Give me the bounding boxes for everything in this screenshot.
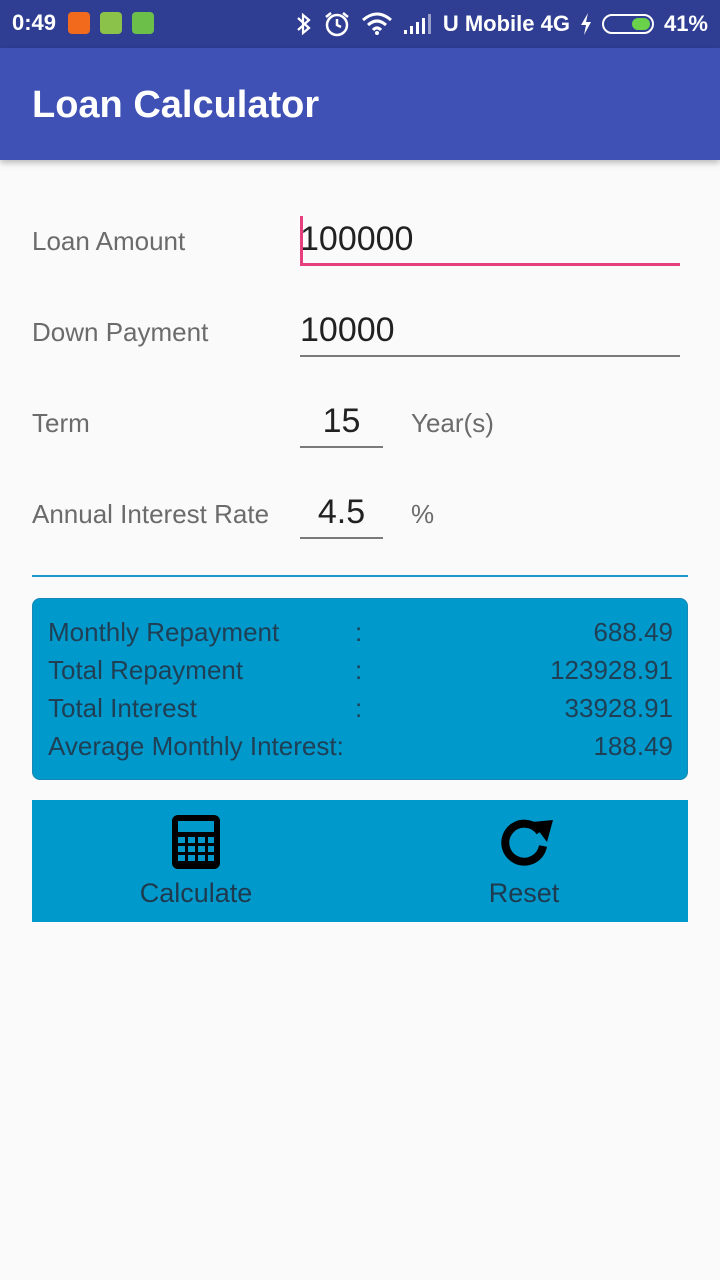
action-bar: Calculate Reset	[32, 800, 688, 922]
down-payment-value: 10000	[300, 311, 395, 349]
term-value: 15	[322, 402, 361, 440]
average-monthly-interest-value: 188.49	[593, 731, 673, 761]
results-panel: Monthly Repayment : 688.49 Total Repayme…	[32, 598, 688, 780]
monthly-repayment-value: 688.49	[593, 617, 673, 647]
term-label: Term	[32, 408, 90, 438]
result-row-total-interest: Total Interest : 33928.91	[48, 693, 673, 729]
interest-rate-unit: %	[411, 499, 435, 529]
text-cursor	[300, 216, 303, 264]
total-interest-colon: :	[355, 693, 363, 723]
charging-icon	[580, 13, 592, 35]
calculate-button[interactable]: Calculate	[32, 800, 360, 922]
down-payment-label: Down Payment	[32, 317, 209, 347]
calculator-icon	[169, 814, 223, 870]
total-interest-label: Total Interest	[48, 693, 197, 723]
battery-percent: 41%	[663, 11, 708, 36]
term-input[interactable]: 15	[300, 398, 383, 448]
loan-amount-label: Loan Amount	[32, 226, 186, 256]
notification-battery-app-icon	[100, 12, 122, 34]
result-row-total-repayment: Total Repayment : 123928.91	[48, 655, 673, 691]
total-repayment-value: 123928.91	[550, 655, 673, 685]
app-title: Loan Calculator	[32, 84, 320, 126]
loan-amount-value: 100000	[300, 220, 414, 258]
signal-icon	[403, 13, 433, 35]
alarm-icon	[323, 11, 351, 37]
total-interest-value: 33928.91	[564, 693, 673, 723]
interest-rate-label: Annual Interest Rate	[32, 499, 270, 529]
total-repayment-colon: :	[355, 655, 363, 685]
interest-rate-input[interactable]: 4.5	[300, 489, 383, 539]
bluetooth-icon	[295, 12, 313, 36]
loan-amount-input[interactable]: 100000	[300, 216, 680, 266]
term-unit: Year(s)	[411, 408, 494, 438]
status-time: 0:49	[12, 10, 57, 35]
down-payment-input[interactable]: 10000	[300, 307, 680, 357]
notification-app-icon	[68, 12, 90, 34]
total-repayment-label: Total Repayment	[48, 655, 244, 685]
battery-level	[631, 18, 650, 30]
app-bar: Loan Calculator	[0, 48, 720, 160]
carrier-label: U Mobile 4G	[442, 11, 570, 36]
result-row-monthly-repayment: Monthly Repayment : 688.49	[48, 617, 673, 653]
wifi-icon	[361, 12, 393, 36]
monthly-repayment-colon: :	[355, 617, 363, 647]
reset-button-label: Reset	[488, 878, 560, 908]
interest-rate-value: 4.5	[317, 493, 366, 531]
refresh-icon	[497, 814, 553, 870]
result-row-average-monthly-interest: Average Monthly Interest: 188.49	[48, 731, 673, 767]
status-bar: 0:49 U Mobile 4G 41%	[0, 0, 720, 48]
calculate-button-label: Calculate	[139, 878, 253, 908]
average-monthly-interest-label: Average Monthly Interest:	[48, 731, 344, 761]
reset-button[interactable]: Reset	[360, 800, 688, 922]
monthly-repayment-label: Monthly Repayment	[48, 617, 280, 647]
notification-android-icon	[132, 12, 154, 34]
divider	[32, 575, 688, 577]
battery-icon	[601, 14, 654, 34]
